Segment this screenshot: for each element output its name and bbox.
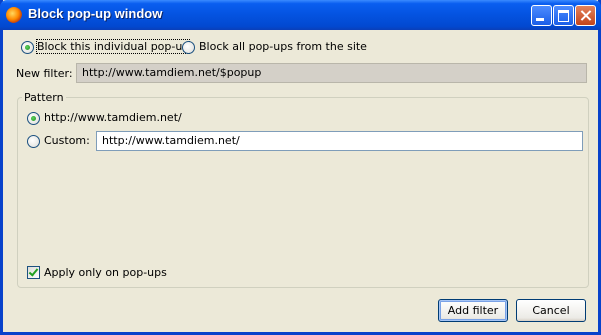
radio-pattern-site-label[interactable]: http://www.tamdiem.net/ (44, 111, 182, 124)
apply-only-popups-label[interactable]: Apply only on pop-ups (44, 266, 167, 279)
radio-pattern-custom-label[interactable]: Custom: (44, 134, 90, 147)
new-filter-field: http://www.tamdiem.net/$popup (76, 63, 587, 83)
radio-block-all-label[interactable]: Block all pop-ups from the site (199, 40, 367, 53)
dialog-window: Block pop-up window Block this individua… (0, 0, 601, 335)
new-filter-label: New filter: (16, 67, 73, 80)
apply-only-popups-checkbox[interactable] (27, 266, 40, 279)
maximize-icon[interactable] (553, 5, 574, 26)
custom-pattern-input[interactable]: http://www.tamdiem.net/ (96, 131, 583, 151)
pattern-group-title: Pattern (22, 91, 66, 104)
minimize-icon[interactable] (531, 5, 552, 26)
radio-pattern-custom[interactable] (27, 135, 40, 148)
pattern-groupbox (17, 97, 589, 288)
add-filter-button[interactable]: Add filter (438, 299, 508, 322)
radio-block-individual-label[interactable]: Block this individual pop-up (35, 39, 191, 54)
close-icon[interactable] (575, 5, 596, 26)
title-bar[interactable]: Block pop-up window (0, 0, 601, 30)
firefox-icon (6, 7, 22, 23)
radio-block-all[interactable] (182, 41, 195, 54)
radio-block-individual[interactable] (21, 41, 34, 54)
cancel-button[interactable]: Cancel (516, 299, 586, 322)
window-title: Block pop-up window (28, 6, 163, 21)
radio-pattern-site[interactable] (27, 112, 40, 125)
